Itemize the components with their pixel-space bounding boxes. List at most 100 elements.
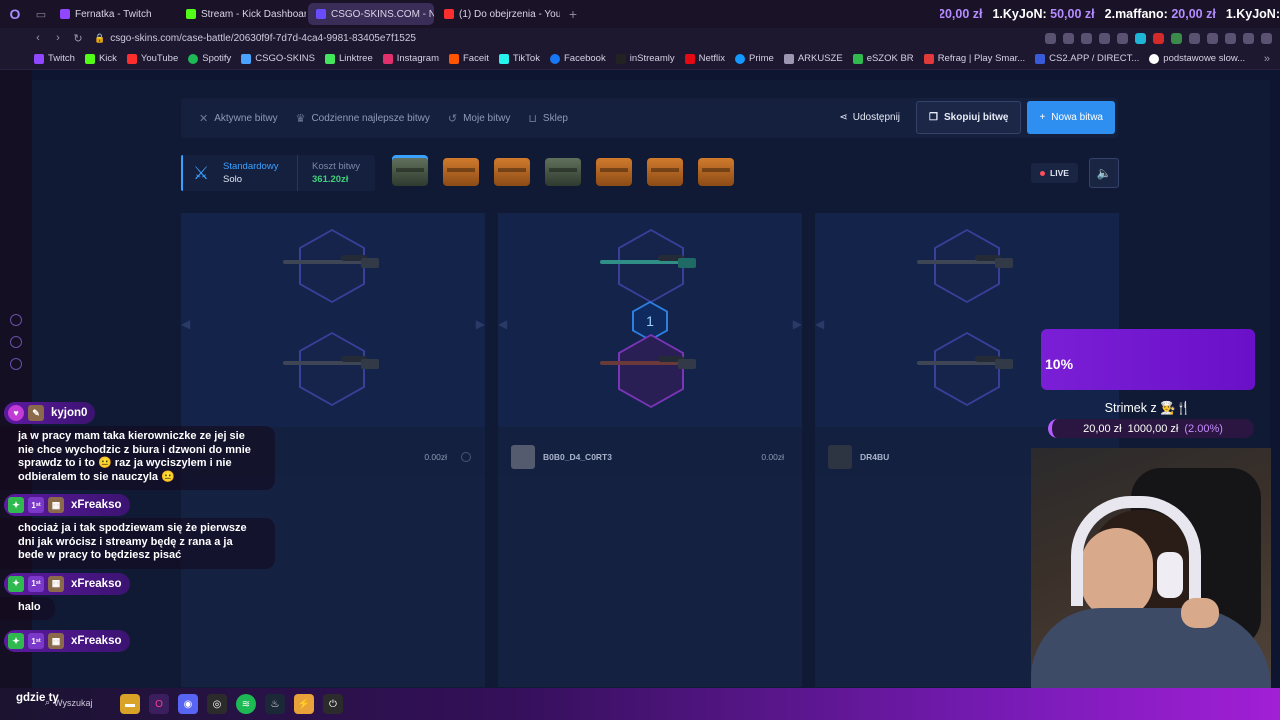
forward-icon[interactable]: › [48,32,68,44]
app-icon[interactable]: ⚡ [294,694,314,714]
basket-icon: ⊔ [528,112,537,125]
page-header-strip [32,70,1280,80]
extension-icon[interactable] [1171,32,1182,44]
folder-icon [783,53,794,64]
donation-ticker: ю: 20,00 zł 1.KyJoN: 50,00 zł 2.maffano:… [940,7,1280,21]
case-item[interactable] [647,158,683,186]
settings-icon[interactable] [10,358,22,370]
instagram-icon [382,53,393,64]
chat-message-header: ✦ 1ˢᵗ ▦ xFreakso [4,494,130,516]
bookmark-refrag[interactable]: Refrag | Play Smar... [923,53,1025,64]
awp-skin [917,356,1013,369]
extensions-icon[interactable] [10,336,22,348]
menu-icon[interactable] [1261,32,1272,44]
item-slot-hex [299,332,365,406]
bookmark-cs2app[interactable]: CS2.APP / DIRECT... [1035,53,1139,64]
bookmark-twitch[interactable]: Twitch [34,53,75,64]
case-item[interactable] [698,158,734,186]
extension-icon[interactable] [1189,32,1200,44]
kick-icon [84,53,95,64]
file-explorer-icon[interactable]: ▬ [120,694,140,714]
extension-icon[interactable] [1135,32,1146,44]
heart-badge-icon: ♥ [8,405,24,421]
bookmarks-more-icon[interactable]: » [1264,53,1270,65]
bookmark-csgo-skins[interactable]: CSGO-SKINS [241,53,315,64]
new-tab-button[interactable]: + [562,6,584,22]
bookmark-instagram[interactable]: Instagram [382,53,439,64]
back-icon[interactable]: ‹ [28,32,48,44]
copy-battle-button[interactable]: ❐ Skopiuj bitwę [916,101,1022,134]
bookmark-prime[interactable]: Prime [735,53,774,64]
bookmark-kick[interactable]: Kick [84,53,117,64]
kick-badge-icon: ✦ [8,575,24,592]
gift-badge-icon: ✎ [28,405,44,421]
bookmark-spotify[interactable]: Spotify [188,53,231,64]
obs-icon[interactable]: ◎ [207,694,227,714]
chevron-right-icon: ▶ [792,317,802,331]
bookmark-arkusze[interactable]: ARKUSZE [783,53,843,64]
tab-csgo-skins[interactable]: CSGO-SKINS.COM - N [308,3,434,25]
tab-overview-icon[interactable]: ▭ [30,0,52,28]
bookmark-linktree[interactable]: Linktree [324,53,373,64]
goal-percent: 10% [1045,356,1074,372]
heart-icon[interactable] [1117,32,1128,44]
twitch-icon [60,9,70,19]
bookmark-youtube[interactable]: YouTube [126,53,178,64]
bookmark-google[interactable]: podstawowe slow... [1149,53,1245,64]
ai-icon[interactable] [1243,32,1254,44]
twitch-icon [34,53,44,64]
bookmark-netflix[interactable]: Netflix [684,53,725,64]
page-scrollbar[interactable] [1270,70,1280,688]
chevron-left-icon: ◀ [181,317,191,331]
netflix-icon [684,53,695,64]
extensions-icon[interactable] [1207,32,1218,44]
play-icon[interactable] [1099,32,1110,44]
spotify-icon[interactable]: ≋ [236,694,256,714]
bookmark-facebook[interactable]: Facebook [549,53,606,64]
opera-gx-icon[interactable]: O [149,694,169,714]
extension-icon[interactable] [1153,32,1164,44]
bookmarks-bar: Twitch Kick YouTube Spotify CSGO-SKINS L… [0,48,1280,70]
bookmark-faceit[interactable]: Faceit [449,53,489,64]
reload-icon[interactable]: ↻ [68,32,88,45]
nav-my-battles[interactable]: ↺ Moje bitwy [448,112,510,125]
chat-message-header: ✦ 1ˢᵗ ▦ xFreakso [4,572,130,595]
gift-badge-icon: ▦ [48,575,64,592]
goal-progress-bar: 20,00 zł 1000,00 zł (2.00%) [1048,419,1254,438]
discord-icon[interactable]: ◉ [178,694,198,714]
share-button[interactable]: ⋖ Udostępnij [829,102,910,134]
screenshot-icon[interactable] [1045,32,1056,44]
csgo-skins-icon [241,53,252,64]
pin-icon[interactable] [1063,32,1074,44]
sound-toggle-button[interactable]: 🔈 [1089,158,1119,188]
history-icon[interactable] [10,314,22,326]
nav-active-battles[interactable]: ✕ Aktywne bitwy [199,112,278,125]
kick-badge-icon: ✦ [8,633,24,649]
plus-icon: + [1039,112,1046,123]
gift-badge-icon: ▦ [48,633,64,649]
opera-logo-icon[interactable]: O [0,0,30,28]
new-battle-button[interactable]: + Nowa bitwa [1027,101,1115,134]
case-item[interactable] [392,158,428,186]
app-icon[interactable]: ⏻ [323,694,343,714]
nav-daily-best-battles[interactable]: ♛ Codzienne najlepsze bitwy [296,112,430,125]
download-icon[interactable] [1225,32,1236,44]
case-item[interactable] [494,158,530,186]
bookmark-instreamly[interactable]: inStreamly [615,53,675,64]
case-list [392,158,734,186]
bookmark-eszok[interactable]: eSZOK BR [852,53,914,64]
case-item[interactable] [596,158,632,186]
shield-icon[interactable] [1081,32,1092,44]
bookmark-tiktok[interactable]: TikTok [498,53,540,64]
chat-message-header: ✦ 1ˢᵗ ▦ xFreakso [4,630,130,652]
case-item[interactable] [545,158,581,186]
info-icon[interactable] [461,452,471,462]
steam-icon[interactable]: ♨ [265,694,285,714]
tab-youtube[interactable]: (1) Do obejrzenia - YouTube [436,3,560,25]
tab-kick[interactable]: Stream - Kick Dashboard [178,3,306,25]
chevron-left-icon: ◀ [498,317,508,331]
nav-shop[interactable]: ⊔ Sklep [528,112,568,125]
url-field[interactable]: 🔒 csgo-skins.com/case-battle/20630f9f-7d… [94,33,416,44]
tab-twitch[interactable]: Fernatka - Twitch [52,3,176,25]
case-item[interactable] [443,158,479,186]
